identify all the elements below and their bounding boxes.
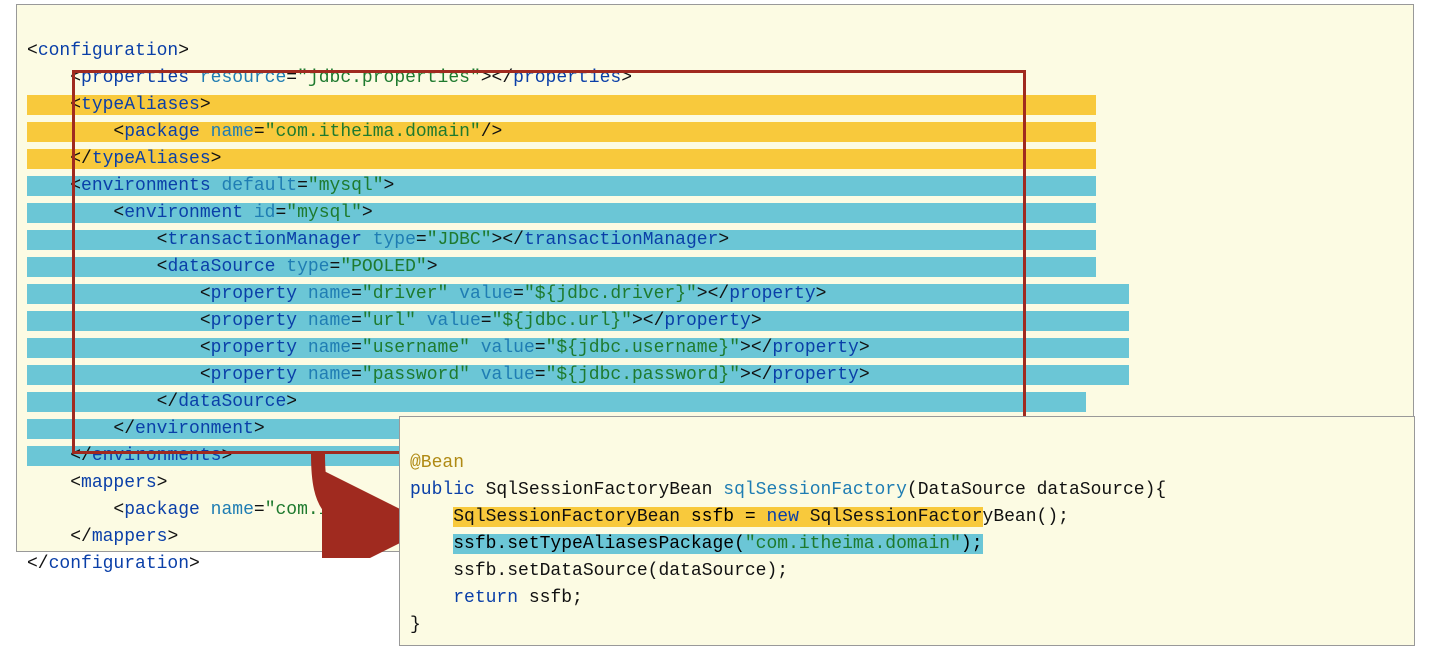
annotation: @Bean [410,453,464,473]
java-bean-box: @Bean public SqlSessionFactoryBean sqlSe… [399,416,1415,646]
